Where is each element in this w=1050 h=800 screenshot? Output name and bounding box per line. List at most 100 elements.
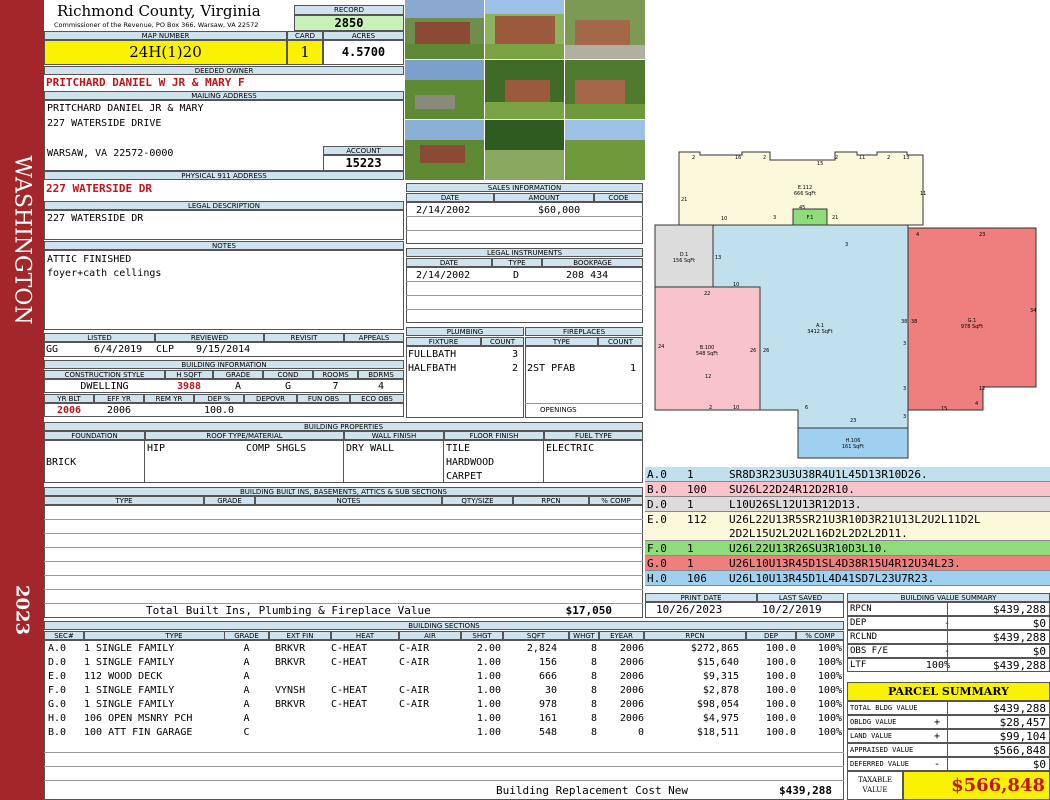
taxable-label: TAXABLE VALUE — [857, 776, 893, 794]
cond-label: COND — [263, 370, 313, 379]
sections-rows: A.0 1 SINGLE FAMILY A BRKVR C-HEAT C-AIR 2.00 2… — [44, 641, 844, 781]
summary-value: $439,288 — [993, 703, 1046, 714]
section-cell: 2006 — [619, 642, 644, 654]
summary-label: LAND VALUE — [850, 732, 893, 740]
fixture-label: FIXTURE — [406, 337, 481, 346]
code-code: L10U26SL12U13R12D13. — [729, 498, 862, 511]
summary-value: $439,288 — [993, 604, 1046, 615]
dep-value: 100.0 — [203, 405, 235, 416]
code-code: U26L22U13R26SU3R10D3L10. — [729, 542, 888, 555]
section-cell: D.0 — [48, 656, 67, 668]
hsqft-value: 3988 — [176, 381, 202, 392]
section-row: A.0 1 SINGLE FAMILY A BRKVR C-HEAT C-AIR 2.00 2… — [44, 641, 844, 655]
notes-label: NOTES — [44, 241, 404, 250]
physical-address: 227 WATERSIDE DR — [46, 183, 152, 194]
dimension-label: 34 — [1030, 308, 1037, 314]
code-n: 1 — [687, 498, 694, 511]
section-cell: 161 — [538, 712, 557, 724]
summary-row: OBS F/E - $0 — [847, 644, 1050, 658]
instruments-label: LEGAL INSTRUMENTS — [406, 248, 643, 257]
bdrms-value: 4 — [377, 381, 385, 392]
dimension-label: 26 — [763, 348, 770, 354]
summary-op: - — [943, 618, 950, 629]
code-code: SR8D3R23U3U38R4U1L45D13R10D26. — [729, 468, 928, 481]
summary-value: $0 — [1032, 646, 1046, 657]
section-cell: 1 SINGLE FAMILY — [84, 698, 175, 710]
section-cell: 2006 — [619, 656, 644, 668]
fp-count-label: COUNT — [598, 337, 643, 346]
section-cell: A — [243, 712, 250, 724]
dep-label: DEP % — [194, 394, 244, 403]
section-cell: C-HEAT — [331, 698, 368, 710]
effyr-value: 2006 — [106, 405, 132, 416]
section-row: G.0 1 SINGLE FAMILY A BRKVR C-HEAT C-AIR 1.00 9… — [44, 697, 844, 711]
code-sec: E.0 — [647, 513, 667, 526]
section-cell: 100% — [817, 670, 842, 682]
county-title: Richmond County, Virginia — [57, 2, 261, 20]
section-cell: 100% — [817, 726, 842, 738]
section-cell: 8 — [590, 726, 597, 738]
value-summary-label: BUILDING VALUE SUMMARY — [847, 593, 1050, 602]
listed-by: GG — [46, 344, 59, 355]
listed-date: 6/4/2019 — [94, 344, 143, 355]
print-date-label: PRINT DATE — [645, 593, 757, 602]
section-cell: A.0 — [48, 642, 67, 654]
fuel-value: ELECTRIC — [546, 443, 595, 454]
sketch-code-row: E.0 112 U26L22U13R5SR21U3R10D3R21U13L2U2L1… — [645, 512, 1050, 541]
summary-label: TOTAL BLDG VALUE — [850, 704, 918, 712]
dimension-label: 12 — [979, 386, 986, 392]
notes-line1: ATTIC FINISHED — [47, 254, 132, 265]
section-cell: BRKVR — [275, 642, 306, 654]
instr-date-label: DATE — [406, 258, 492, 267]
remyr-label: REM YR — [144, 394, 194, 403]
summary-op: + — [933, 717, 940, 728]
section-cell: 1.00 — [476, 684, 501, 696]
sketch-area-g: 978 SqFt — [960, 324, 984, 330]
funobs-label: FUN OBS — [297, 394, 350, 403]
sketch-drawing — [654, 151, 1037, 459]
section-cell: 8 — [590, 684, 597, 696]
parcel-summary: TOTAL BLDG VALUE $439,288 OBLDG VALUE + $28,… — [847, 701, 1050, 771]
section-cell: 2006 — [619, 684, 644, 696]
dimension-label: 3 — [845, 242, 849, 248]
card-label: CARD — [287, 31, 323, 40]
summary-label: RPCN — [850, 604, 872, 614]
sketch-area-e: 666 SqFt — [793, 191, 817, 197]
section-cell: 1.00 — [476, 698, 501, 710]
extfin-col-label: EXT FIN — [269, 631, 331, 640]
floor-1: TILE — [446, 443, 471, 454]
heat-col-label: HEAT — [331, 631, 399, 640]
reviewed-date: 9/15/2014 — [196, 344, 251, 355]
sales-date-label: DATE — [406, 193, 494, 202]
summary-row: RCLND $439,288 — [847, 630, 1050, 644]
county-subtitle: Commissioner of the Revenue, PO Box 366,… — [54, 21, 259, 29]
section-cell: 8 — [590, 698, 597, 710]
value-summary: RPCN $439,288 DEP - $0 RCLND $439,288 OBS F/E - $… — [847, 602, 1050, 674]
section-cell: C-AIR — [399, 684, 430, 696]
dimension-label: 24 — [658, 344, 665, 350]
dimension-label: 26 — [750, 348, 757, 354]
section-cell: A — [243, 698, 250, 710]
section-cell: $9,315 — [702, 670, 739, 682]
bi-grade-label: GRADE — [204, 496, 255, 505]
rooms-label: ROOMS — [313, 370, 358, 379]
wall-value: DRY WALL — [346, 443, 395, 454]
summary-row: LTF 100% $439,288 — [847, 658, 1050, 672]
sketch-area-b: 548 SqFt — [695, 351, 719, 357]
code-n: 106 — [687, 572, 707, 585]
code-sec: H.0 — [647, 572, 667, 585]
instr-book-label: BOOKPAGE — [542, 258, 643, 267]
section-cell: 1.00 — [476, 656, 501, 668]
construction-style: DWELLING — [80, 381, 129, 392]
sketch-label-f: F.1 — [806, 215, 814, 221]
summary-label: DEP — [850, 618, 867, 628]
section-cell: C-HEAT — [331, 684, 368, 696]
instr-type: D — [513, 270, 520, 281]
foundation-label: FOUNDATION — [44, 431, 145, 440]
dimension-label: 15 — [941, 406, 948, 412]
bi-rpcn-label: RPCN — [513, 496, 589, 505]
code-code: U26L22U13R5SR21U3R10D3R21U13L2U2L11D2L — [729, 513, 981, 526]
dimension-label: 4 — [916, 232, 920, 238]
parcel-summary-title: PARCEL SUMMARY — [847, 682, 1050, 701]
section-cell: 100.0 — [765, 698, 796, 710]
